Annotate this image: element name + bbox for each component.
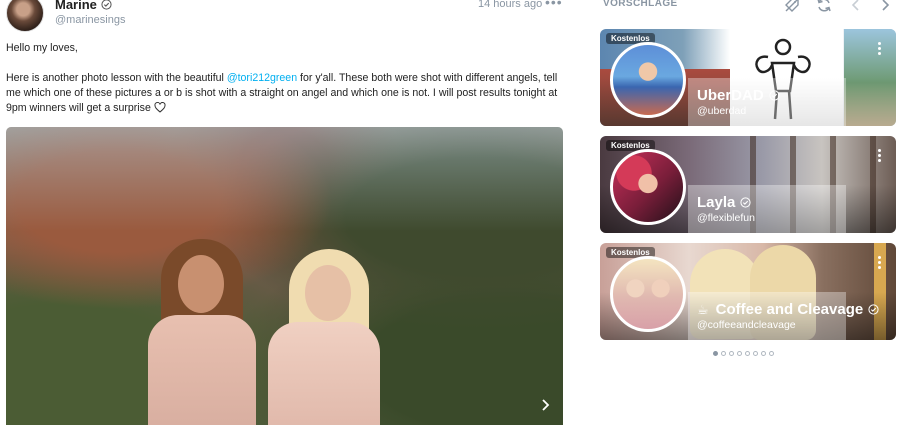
card-name[interactable]: Layla	[697, 194, 751, 211]
post-photo[interactable]	[6, 127, 563, 425]
suggestion-card-coffee-and-cleavage[interactable]: Kostenlos ☕ Coffee and Cleavage @coffeea…	[600, 243, 896, 340]
pagination-dot[interactable]	[769, 351, 774, 356]
author-avatar[interactable]	[6, 0, 44, 32]
card-name[interactable]: UberDAD	[697, 87, 780, 104]
chevron-right-icon[interactable]	[876, 0, 894, 14]
coffee-cup-icon: ☕	[697, 301, 709, 317]
card-name-text[interactable]: Coffee and Cleavage	[716, 301, 864, 318]
card-avatar[interactable]	[610, 149, 686, 225]
verified-icon	[101, 0, 112, 10]
card-more-menu-icon[interactable]	[876, 148, 882, 164]
card-name-text[interactable]: Layla	[697, 194, 735, 211]
verified-icon	[868, 304, 879, 315]
suggestions-pagination	[713, 351, 774, 356]
post-greeting: Hello my loves,	[6, 42, 78, 54]
photo-next-arrow-icon[interactable]	[537, 397, 553, 413]
price-tag-off-icon[interactable]	[783, 0, 801, 14]
card-name-text[interactable]: UberDAD	[697, 87, 764, 104]
verified-icon	[769, 90, 780, 101]
post: Marine @marinesings 14 hours ago ••• Hel…	[0, 0, 575, 425]
post-body-start: Here is another photo lesson with the be…	[6, 72, 227, 84]
pagination-dot[interactable]	[761, 351, 766, 356]
author-handle[interactable]: @marinesings	[55, 14, 125, 26]
card-handle[interactable]: @coffeeandcleavage	[697, 319, 796, 331]
card-avatar[interactable]	[610, 42, 686, 118]
card-more-menu-icon[interactable]	[876, 255, 882, 271]
pagination-dot[interactable]	[753, 351, 758, 356]
pagination-dot[interactable]	[745, 351, 750, 356]
suggestions-panel: VORSCHLÄGE Kostenlos UberDAD @uberdad Ko…	[600, 0, 900, 425]
chevron-left-icon[interactable]	[847, 0, 865, 14]
photo-figure-left-face	[178, 255, 224, 313]
post-more-menu-icon[interactable]: •••	[545, 0, 563, 10]
suggestion-card-layla[interactable]: Kostenlos Layla @flexiblefun	[600, 136, 896, 233]
author-name[interactable]: Marine	[55, 0, 112, 12]
post-text: Hello my loves, Here is another photo le…	[6, 41, 566, 131]
card-handle[interactable]: @flexiblefun	[697, 212, 755, 224]
card-more-menu-icon[interactable]	[876, 41, 882, 57]
card-name[interactable]: ☕ Coffee and Cleavage	[697, 301, 879, 318]
photo-figure-right-face	[305, 265, 351, 321]
pagination-dot[interactable]	[713, 351, 718, 356]
suggestion-card-uberdad[interactable]: Kostenlos UberDAD @uberdad	[600, 29, 896, 126]
photo-figure-left	[148, 315, 256, 425]
pagination-dot[interactable]	[721, 351, 726, 356]
mention-link[interactable]: @tori212green	[227, 72, 297, 84]
pagination-dot[interactable]	[729, 351, 734, 356]
refresh-icon[interactable]	[815, 0, 833, 14]
verified-icon	[740, 197, 751, 208]
card-avatar[interactable]	[610, 256, 686, 332]
post-body: Here is another photo lesson with the be…	[6, 71, 566, 116]
pagination-dot[interactable]	[737, 351, 742, 356]
author-name-text[interactable]: Marine	[55, 0, 97, 12]
card-handle[interactable]: @uberdad	[697, 105, 746, 117]
heart-icon	[154, 102, 166, 113]
post-timestamp[interactable]: 14 hours ago	[478, 0, 542, 10]
photo-figure-right	[268, 322, 380, 425]
suggestions-title: VORSCHLÄGE	[603, 0, 678, 9]
